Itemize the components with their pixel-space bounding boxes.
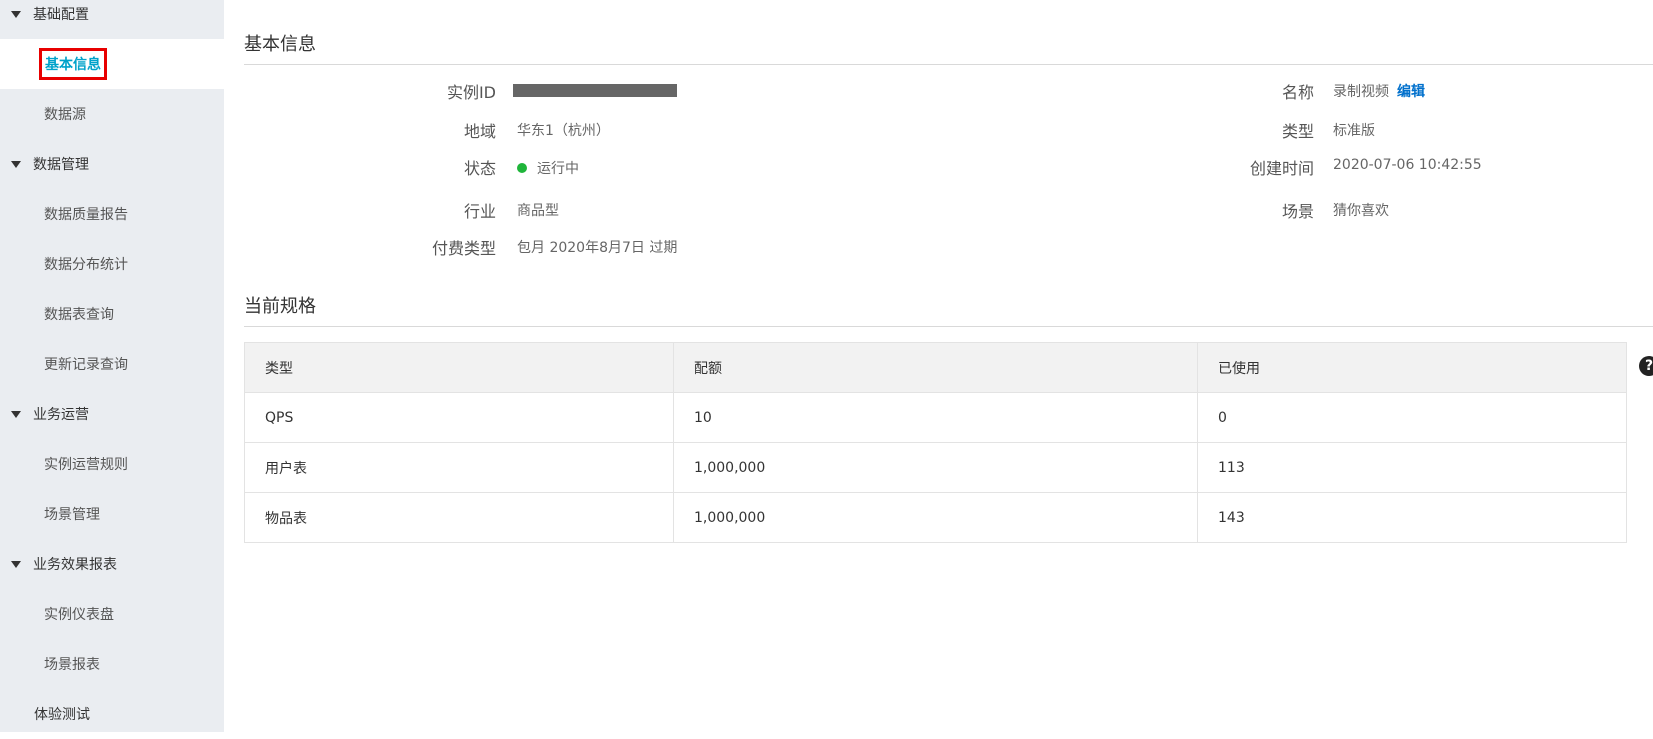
current-spec-title: 当前规格 (244, 292, 1653, 327)
region-label: 地域 (463, 122, 496, 141)
nav-group-data-management[interactable]: 数据管理 (0, 139, 224, 189)
sidebar-item-quality-report[interactable]: 数据质量报告 (0, 189, 224, 239)
sidebar-item-label: 实例仪表盘 (44, 607, 114, 623)
scene-label: 场景 (1281, 202, 1314, 221)
sidebar-item-distribution-stats[interactable]: 数据分布统计 (0, 239, 224, 289)
nav-group-business-ops[interactable]: 业务运营 (0, 389, 224, 439)
sidebar-item-label: 数据质量报告 (44, 207, 128, 223)
sidebar-item-label: 场景报表 (44, 657, 100, 673)
instance-name: 录制视频 (1333, 84, 1389, 100)
created-time-label: 创建时间 (1249, 159, 1314, 178)
status-label: 状态 (463, 159, 496, 178)
industry-value: 商品型 (517, 203, 559, 219)
table-cell: 113 (1197, 442, 1627, 493)
sidebar-item-scene-report[interactable]: 场景报表 (0, 639, 224, 689)
column-header-quota: 配额 (673, 342, 1198, 393)
sidebar-item-label: 更新记录查询 (44, 357, 128, 373)
billing-type-value: 包月 2020年8月7日 过期 (517, 240, 678, 256)
sidebar-item-update-log[interactable]: 更新记录查询 (0, 339, 224, 389)
table-cell: 1,000,000 (673, 492, 1198, 543)
nav-group-label: 业务运营 (33, 407, 89, 423)
help-icon[interactable]: ? (1639, 356, 1653, 376)
caret-down-icon (11, 410, 21, 418)
sidebar-item-label: 数据表查询 (44, 307, 114, 323)
masked-instance-id (513, 84, 677, 97)
caret-down-icon (11, 10, 21, 18)
sidebar-item-label: 基本信息 (39, 48, 107, 80)
table-cell: 10 (673, 392, 1198, 443)
sidebar-item-table-query[interactable]: 数据表查询 (0, 289, 224, 339)
instance-id-value (513, 84, 677, 97)
table-cell: 用户表 (244, 442, 674, 493)
type-label: 类型 (1281, 122, 1314, 141)
table-cell: 物品表 (244, 492, 674, 543)
created-time-value: 2020-07-06 10:42:55 (1333, 157, 1482, 173)
column-header-type: 类型 (244, 342, 674, 393)
nav-group-label: 基础配置 (33, 7, 89, 23)
table-cell: 143 (1197, 492, 1627, 543)
table-row: 物品表 1,000,000 143 (244, 492, 1627, 543)
sidebar: 基础配置 基本信息 数据源 数据管理 数据质量报告 数据分布统计 数据表查询 更… (0, 0, 224, 732)
sidebar-item-basic-info[interactable]: 基本信息 (0, 39, 224, 89)
status-text: 运行中 (537, 161, 579, 177)
sidebar-item-data-source[interactable]: 数据源 (0, 89, 224, 139)
nav-group-basic-config[interactable]: 基础配置 (0, 0, 224, 39)
sidebar-item-label: 数据分布统计 (44, 257, 128, 273)
table-header-row: 类型 配额 已使用 (244, 342, 1627, 393)
industry-label: 行业 (463, 202, 496, 221)
main-content: 基本信息 实例ID 地域 状态 行业 付费类型 华东1（杭州） 运行中 商品型 … (244, 0, 1653, 732)
instance-id-label: 实例ID (446, 83, 496, 102)
type-value: 标准版 (1333, 123, 1375, 139)
region-value: 华东1（杭州） (517, 123, 610, 139)
scene-value: 猜你喜欢 (1333, 203, 1389, 219)
sidebar-item-label: 数据源 (44, 107, 86, 123)
status-value: 运行中 (517, 158, 579, 178)
sidebar-item-scene-management[interactable]: 场景管理 (0, 489, 224, 539)
sidebar-item-label: 场景管理 (44, 507, 100, 523)
spec-table: 类型 配额 已使用 QPS 10 0 用户表 1,000,000 113 物品表… (244, 342, 1627, 543)
nav-group-effect-reports[interactable]: 业务效果报表 (0, 539, 224, 589)
name-value: 录制视频 编辑 (1333, 81, 1425, 101)
sidebar-item-label: 实例运营规则 (44, 457, 128, 473)
table-row: QPS 10 0 (244, 392, 1627, 443)
table-cell: QPS (244, 392, 674, 443)
sidebar-item-label: 体验测试 (34, 707, 90, 723)
basic-info-title: 基本信息 (244, 30, 1653, 65)
sidebar-item-ops-rules[interactable]: 实例运营规则 (0, 439, 224, 489)
status-dot-icon (517, 163, 527, 173)
table-cell: 1,000,000 (673, 442, 1198, 493)
sidebar-item-dashboard[interactable]: 实例仪表盘 (0, 589, 224, 639)
table-cell: 0 (1197, 392, 1627, 443)
caret-down-icon (11, 560, 21, 568)
nav-group-label: 数据管理 (33, 157, 89, 173)
name-label: 名称 (1281, 83, 1314, 102)
edit-name-link[interactable]: 编辑 (1397, 81, 1425, 101)
caret-down-icon (11, 160, 21, 168)
column-header-used: 已使用 (1197, 342, 1627, 393)
nav-group-label: 业务效果报表 (33, 557, 117, 573)
billing-type-label: 付费类型 (431, 239, 496, 258)
table-row: 用户表 1,000,000 113 (244, 442, 1627, 493)
